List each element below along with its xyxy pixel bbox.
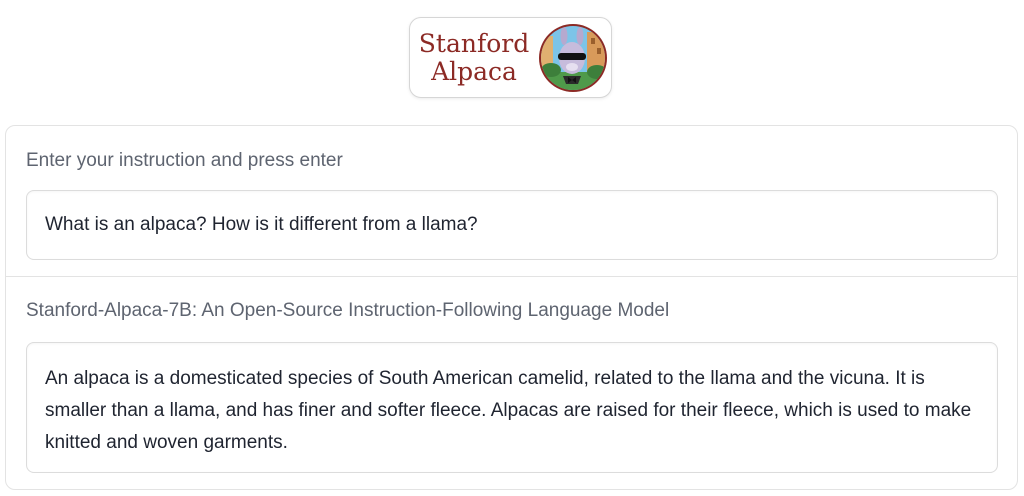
output-textbox[interactable]: An alpaca is a domesticated species of S… [26,342,998,473]
instruction-label: Enter your instruction and press enter [26,150,343,171]
alpaca-mascot-icon [539,24,607,92]
stanford-alpaca-logo: Stanford Alpaca [409,17,612,98]
section-divider [6,276,1017,277]
instruction-input-value: What is an alpaca? How is it different f… [45,214,478,235]
output-label: Stanford-Alpaca-7B: An Open-Source Instr… [26,300,670,321]
logo-text: Stanford Alpaca [410,30,538,86]
instruction-input[interactable]: What is an alpaca? How is it different f… [26,190,998,260]
output-text: An alpaca is a domesticated species of S… [45,368,972,453]
instruction-panel: Enter your instruction and press enter W… [5,125,1018,490]
page: Stanford Alpaca Enter your instruction a… [0,0,1024,496]
logo-text-line1: Stanford [418,29,530,58]
logo-text-line2: Alpaca [431,57,517,86]
